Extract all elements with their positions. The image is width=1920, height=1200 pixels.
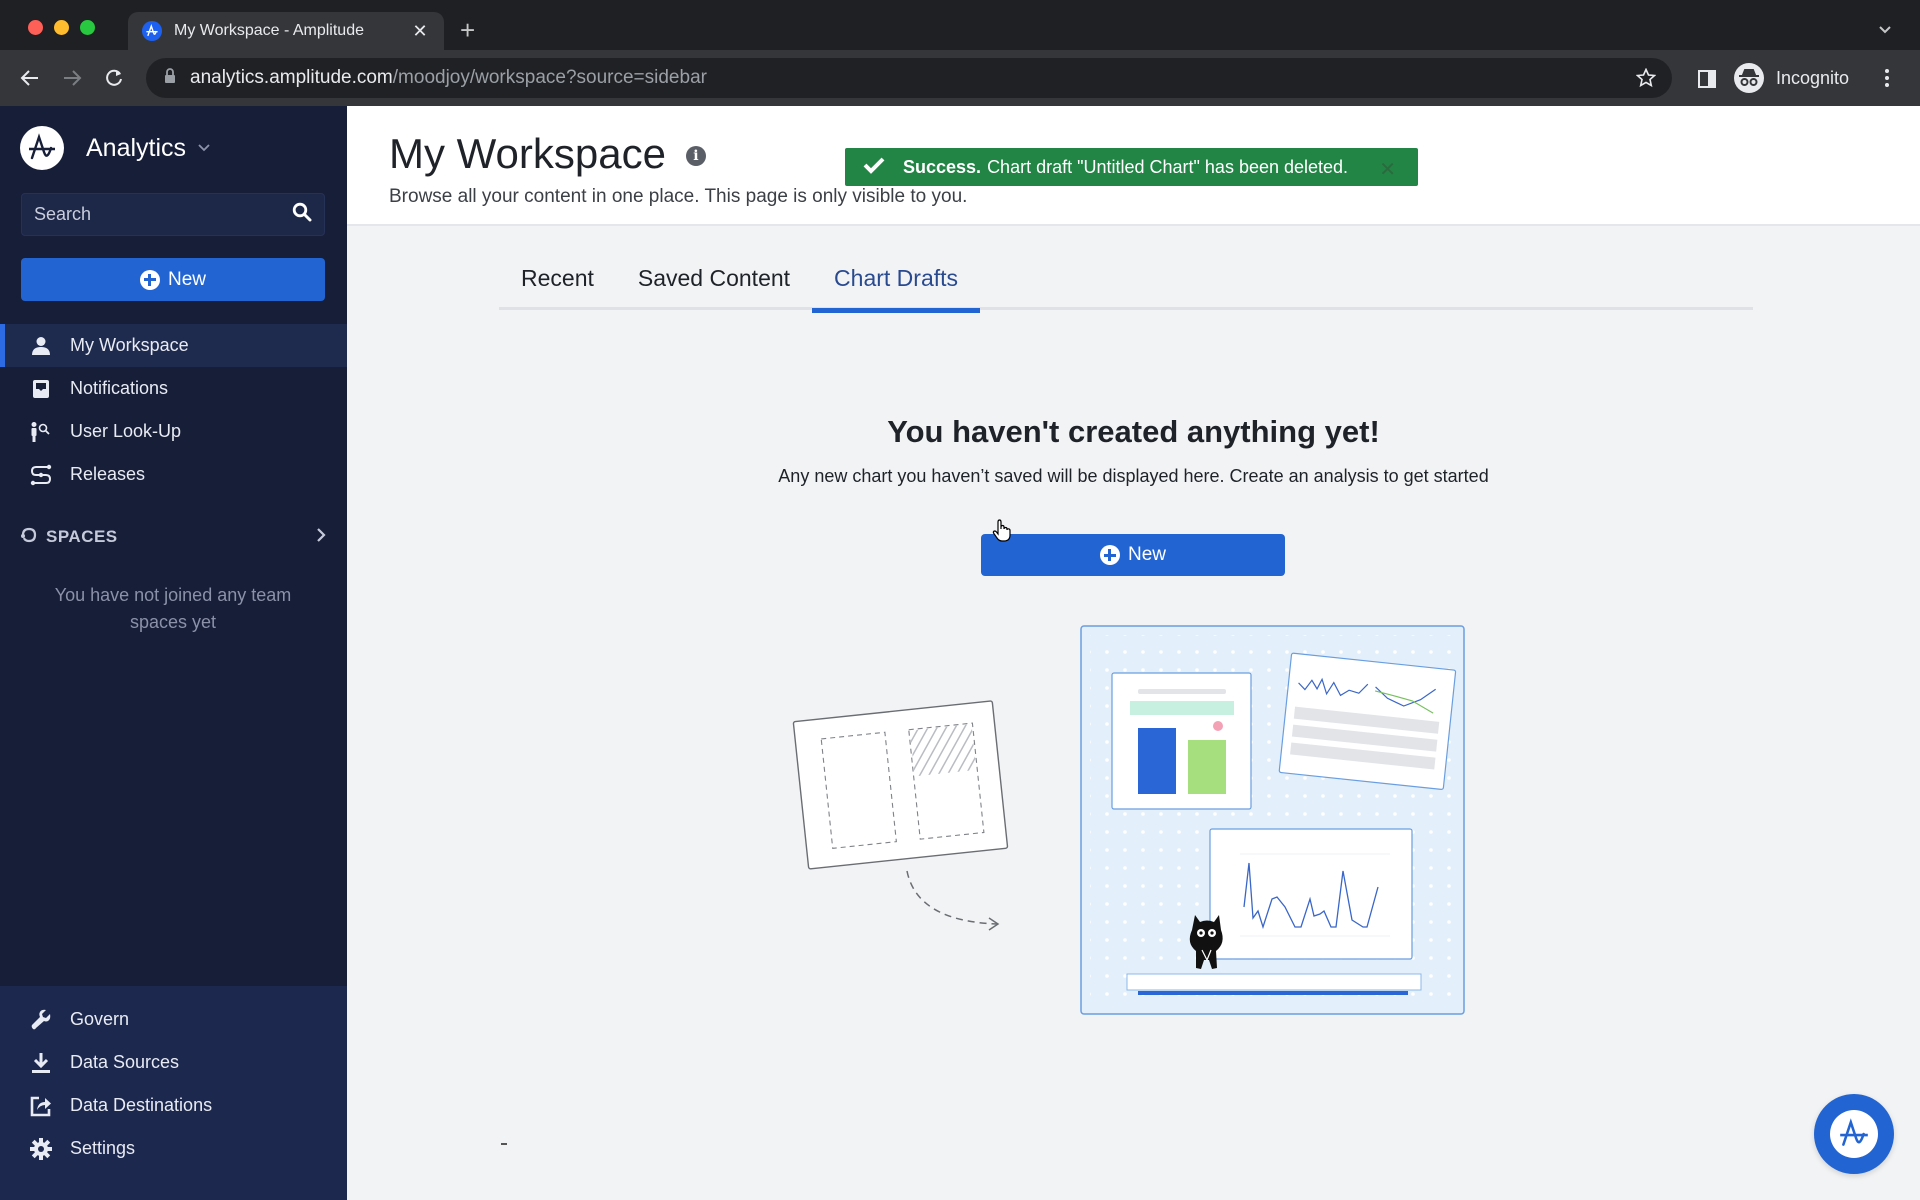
hand-cursor-icon bbox=[992, 519, 1012, 548]
shelf-graphic bbox=[1126, 973, 1422, 991]
spaces-header[interactable]: SPACES bbox=[20, 522, 326, 552]
sidebar-item-data-sources[interactable]: Data Sources bbox=[0, 1041, 347, 1084]
back-arrow-icon[interactable] bbox=[16, 64, 44, 92]
sidebar-item-label: My Workspace bbox=[70, 335, 189, 355]
sidebar-item-label: Releases bbox=[70, 464, 146, 484]
address-bar[interactable]: analytics.amplitude.com/moodjoy/workspac… bbox=[146, 58, 1672, 98]
sidebar: Analytics New My Workspace bbox=[0, 106, 347, 1200]
page-header: My Workspace i Browse all your content i… bbox=[347, 106, 1920, 226]
sidebar-search bbox=[21, 193, 325, 236]
info-icon[interactable]: i bbox=[685, 146, 706, 166]
sidebar-item-settings[interactable]: Settings bbox=[0, 1127, 347, 1170]
share-icon bbox=[30, 1095, 52, 1117]
spaces-empty-text: You have not joined any team spaces yet bbox=[54, 585, 292, 632]
dashboard-illustration bbox=[1080, 625, 1465, 1015]
sidebar-nav: My Workspace Notifications User Look-Up … bbox=[0, 324, 347, 496]
forward-arrow-icon[interactable] bbox=[58, 64, 86, 92]
releases-icon bbox=[30, 464, 52, 486]
tab-search-chevron-icon[interactable] bbox=[1878, 22, 1892, 40]
sidebar-item-label: Notifications bbox=[70, 378, 169, 398]
window-close-button[interactable] bbox=[28, 20, 43, 35]
product-name: Analytics bbox=[86, 133, 187, 162]
empty-state-title: You haven't created anything yet! bbox=[887, 414, 1380, 449]
sidebar-item-label: Govern bbox=[70, 1009, 130, 1029]
new-analysis-label: New bbox=[1127, 544, 1166, 565]
app: Analytics New My Workspace bbox=[0, 106, 1920, 1200]
sidebar-item-releases[interactable]: Releases bbox=[0, 453, 347, 496]
browser-tabstrip: My Workspace - Amplitude ✕ + bbox=[0, 0, 1920, 50]
sidebar-item-my-workspace[interactable]: My Workspace bbox=[0, 324, 347, 367]
success-toast: Success. Chart draft "Untitled Chart" ha… bbox=[845, 148, 1418, 186]
page-subtitle: Browse all your content in one place. Th… bbox=[389, 186, 968, 207]
new-analysis-button[interactable]: New bbox=[981, 534, 1285, 576]
tab-saved-content[interactable]: Saved Content bbox=[616, 246, 812, 310]
page-title: My Workspace bbox=[389, 130, 666, 177]
empty-state-subtitle: Any new chart you haven’t saved will be … bbox=[778, 466, 1489, 486]
stray-mark bbox=[501, 1143, 507, 1145]
amplitude-logo-icon bbox=[20, 126, 64, 170]
amplitude-help-button[interactable] bbox=[1814, 1094, 1894, 1174]
sidebar-item-notifications[interactable]: Notifications bbox=[0, 367, 347, 410]
download-icon bbox=[30, 1052, 52, 1074]
lock-icon bbox=[164, 67, 176, 89]
sidebar-item-govern[interactable]: Govern bbox=[0, 998, 347, 1041]
amplitude-logo-icon bbox=[1830, 1110, 1878, 1158]
gear-icon bbox=[30, 1137, 52, 1160]
user-search-icon bbox=[30, 421, 52, 443]
search-icon[interactable] bbox=[292, 202, 312, 227]
chevron-down-icon bbox=[198, 139, 210, 157]
toast-message: Chart draft "Untitled Chart" has been de… bbox=[987, 156, 1349, 177]
tab-chart-drafts[interactable]: Chart Drafts bbox=[812, 246, 981, 313]
bar-chart-card-graphic bbox=[1111, 672, 1252, 810]
plus-circle-icon bbox=[139, 269, 160, 290]
incognito-label: Incognito bbox=[1776, 67, 1850, 88]
workspace-tabs: Recent Saved Content Chart Drafts bbox=[499, 246, 1753, 313]
person-icon bbox=[30, 335, 52, 357]
sidebar-item-data-destinations[interactable]: Data Destinations bbox=[0, 1084, 347, 1127]
new-tab-button[interactable]: + bbox=[460, 16, 475, 44]
inbox-icon bbox=[30, 378, 52, 400]
sidebar-item-label: User Look-Up bbox=[70, 421, 182, 441]
line-chart-card-graphic bbox=[1278, 652, 1457, 791]
product-switcher[interactable]: Analytics bbox=[20, 126, 210, 170]
plus-circle-icon bbox=[1099, 545, 1120, 565]
sidebar-item-user-look-up[interactable]: User Look-Up bbox=[0, 410, 347, 453]
big-line-chart-card-graphic bbox=[1209, 828, 1413, 960]
checkmark-icon bbox=[863, 156, 885, 179]
toast-status: Success. bbox=[903, 156, 982, 177]
toast-close-icon[interactable]: ✕ bbox=[1379, 157, 1396, 182]
page-title-row: My Workspace i bbox=[389, 130, 706, 178]
draft-card-illustration bbox=[792, 700, 1009, 931]
window-maximize-button[interactable] bbox=[80, 20, 95, 35]
reload-icon[interactable] bbox=[100, 64, 128, 92]
tab-recent[interactable]: Recent bbox=[499, 246, 616, 310]
url-host: analytics.amplitude.com bbox=[190, 67, 393, 88]
sidebar-item-label: Settings bbox=[70, 1138, 136, 1158]
browser-toolbar: analytics.amplitude.com/moodjoy/workspac… bbox=[0, 50, 1920, 106]
amplitude-favicon-icon bbox=[142, 21, 162, 41]
search-input[interactable] bbox=[34, 204, 292, 225]
sidebar-item-label: Data Sources bbox=[70, 1052, 180, 1072]
sidebar-bottom-nav: Govern Data Sources Data Destinations Se… bbox=[0, 986, 347, 1200]
window-minimize-button[interactable] bbox=[54, 20, 69, 35]
browser-tab[interactable]: My Workspace - Amplitude ✕ bbox=[128, 12, 444, 50]
sidebar-new-button[interactable]: New bbox=[21, 258, 325, 301]
incognito-icon bbox=[1734, 63, 1764, 93]
wrench-icon bbox=[30, 1009, 52, 1031]
browser-menu-icon[interactable] bbox=[1884, 68, 1890, 93]
main-content: My Workspace i Browse all your content i… bbox=[347, 106, 1920, 1200]
sidebar-item-label: Data Destinations bbox=[70, 1095, 213, 1115]
spaces-heading: SPACES bbox=[46, 527, 118, 546]
sidebar-new-label: New bbox=[167, 268, 206, 290]
spaces-icon bbox=[20, 527, 38, 548]
tab-title: My Workspace - Amplitude bbox=[174, 22, 364, 39]
url-path: /moodjoy/workspace?source=sidebar bbox=[392, 67, 707, 88]
incognito-profile-button[interactable]: Incognito bbox=[1734, 60, 1849, 96]
chevron-right-icon[interactable] bbox=[316, 527, 326, 548]
bookmark-star-icon[interactable] bbox=[1635, 67, 1657, 93]
tab-close-icon[interactable]: ✕ bbox=[410, 21, 430, 42]
side-panel-icon[interactable] bbox=[1698, 70, 1716, 88]
